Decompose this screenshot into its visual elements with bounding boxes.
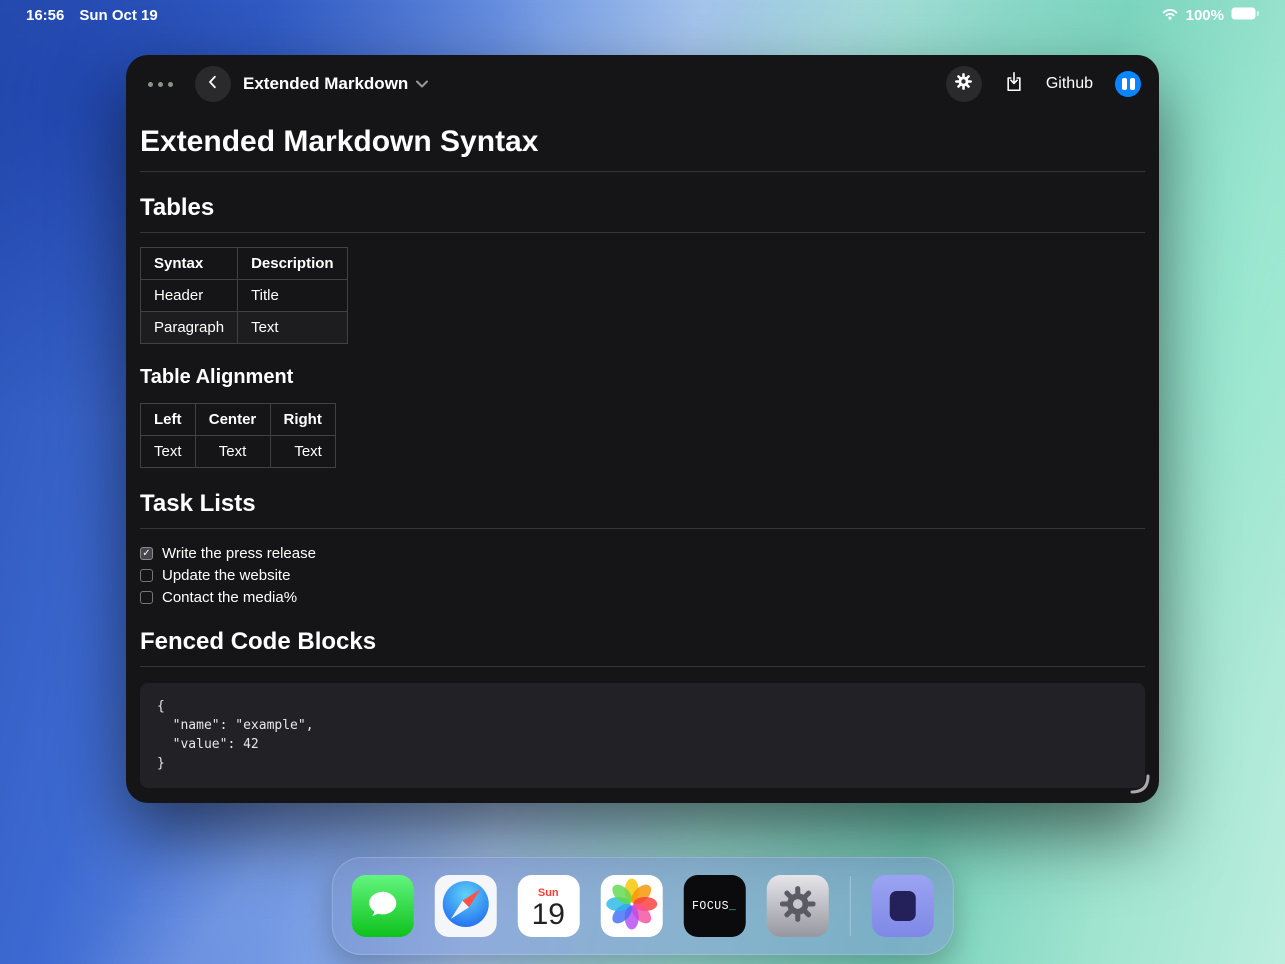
table-cell: Header <box>139 279 239 312</box>
task-item: Write the press release <box>140 545 1145 562</box>
markdown-document: Extended Markdown Syntax Tables Syntax D… <box>126 113 1159 803</box>
table-header-cell: Syntax <box>139 247 239 280</box>
table-header-cell: Left <box>140 403 196 436</box>
gear-icon <box>953 71 974 97</box>
table-cell: Text <box>237 311 348 344</box>
task-label: Write the press release <box>162 545 316 562</box>
syntax-table: Syntax Description Header Title Paragrap… <box>139 247 348 344</box>
focus-app-cursor: _ <box>729 899 737 913</box>
table-cell: Text <box>269 435 336 468</box>
focus-app-label: FOCUS_ <box>692 900 736 913</box>
document-title: Extended Markdown <box>243 74 409 93</box>
table-row: Text Text Text <box>140 435 336 468</box>
section-heading-fenced-code: Fenced Code Blocks <box>140 628 1145 667</box>
speech-bubble-icon <box>360 883 404 930</box>
battery-percent: 100% <box>1185 7 1224 24</box>
window-control-dot <box>158 81 163 87</box>
table-header-cell: Center <box>194 403 271 436</box>
calendar-app-icon[interactable]: Sun 19 <box>517 875 580 937</box>
ipad-screen: 16:56 Sun Oct 19 100% Extended Markdown … <box>0 0 1285 964</box>
task-label: Update the website <box>162 567 291 584</box>
table-row: Header Title <box>139 279 348 312</box>
task-checkbox[interactable] <box>140 591 153 604</box>
wifi-icon <box>1161 7 1179 24</box>
export-button[interactable] <box>1004 70 1024 98</box>
task-item: Contact the media% <box>140 589 1145 606</box>
task-label: Contact the media% <box>162 589 298 606</box>
table-cell: Title <box>237 279 348 312</box>
window-toolbar: Extended Markdown Github <box>126 55 1159 113</box>
settings-app-icon[interactable] <box>766 875 829 937</box>
section-heading-task-lists: Task Lists <box>140 490 1145 529</box>
chevron-left-icon <box>204 73 222 96</box>
task-checkbox[interactable] <box>140 547 153 560</box>
code-block: { "name": "example", "value": 42 } <box>140 683 1145 789</box>
document-title-menu[interactable]: Extended Markdown <box>243 74 429 94</box>
window-resize-handle[interactable] <box>1129 773 1151 795</box>
gear-icon <box>774 881 820 932</box>
section-heading-table-alignment: Table Alignment <box>140 366 294 388</box>
table-cell: Paragraph <box>139 311 239 344</box>
table-header-cell: Right <box>269 403 336 436</box>
table-header-cell: Description <box>237 247 348 280</box>
markdown-preview-window: Extended Markdown Github Extended Markdo… <box>126 55 1159 803</box>
table-header-row: Syntax Description <box>139 247 348 280</box>
alignment-table: Left Center Right Text Text Text <box>140 403 336 468</box>
recent-app-glyph <box>889 891 916 921</box>
section-heading-tables: Tables <box>140 194 1145 233</box>
back-button[interactable] <box>195 66 231 102</box>
github-button[interactable]: Github <box>1046 75 1093 93</box>
battery-icon <box>1231 7 1259 24</box>
recent-app-icon[interactable] <box>871 875 934 937</box>
compass-icon <box>434 875 496 937</box>
window-control-dot <box>148 81 153 87</box>
flower-icon <box>600 875 662 937</box>
table-row: Paragraph Text <box>139 311 348 344</box>
status-time: 16:56 <box>26 7 65 24</box>
task-item: Update the website <box>140 567 1145 584</box>
page-title: Extended Markdown Syntax <box>140 125 1145 172</box>
photos-app-icon[interactable] <box>600 875 663 937</box>
settings-button[interactable] <box>945 66 982 102</box>
window-control-dot <box>168 81 173 87</box>
messages-app-icon[interactable] <box>351 875 414 937</box>
calendar-day: 19 <box>531 897 565 931</box>
split-view-button[interactable] <box>1115 71 1141 97</box>
task-list: Write the press release Update the websi… <box>140 545 1145 606</box>
safari-app-icon[interactable] <box>434 875 497 937</box>
task-checkbox[interactable] <box>140 569 153 582</box>
calendar-weekday: Sun <box>537 886 559 899</box>
dock: Sun 19 FOCUS_ <box>331 857 954 955</box>
square-arrow-down-icon <box>1004 71 1024 97</box>
status-bar: 16:56 Sun Oct 19 100% <box>0 0 1285 31</box>
chevron-down-icon <box>416 75 429 93</box>
focus-app-icon[interactable]: FOCUS_ <box>683 875 746 937</box>
window-controls-button[interactable] <box>148 81 173 87</box>
table-header-row: Left Center Right <box>140 403 336 436</box>
dock-divider <box>849 876 851 936</box>
table-cell: Text <box>140 435 196 468</box>
status-date: Sun Oct 19 <box>79 7 158 24</box>
table-cell: Text <box>194 435 271 468</box>
split-view-icon <box>1115 71 1141 97</box>
focus-app-text: FOCUS <box>692 899 730 913</box>
code-content: { "name": "example", "value": 42 } <box>157 699 314 771</box>
